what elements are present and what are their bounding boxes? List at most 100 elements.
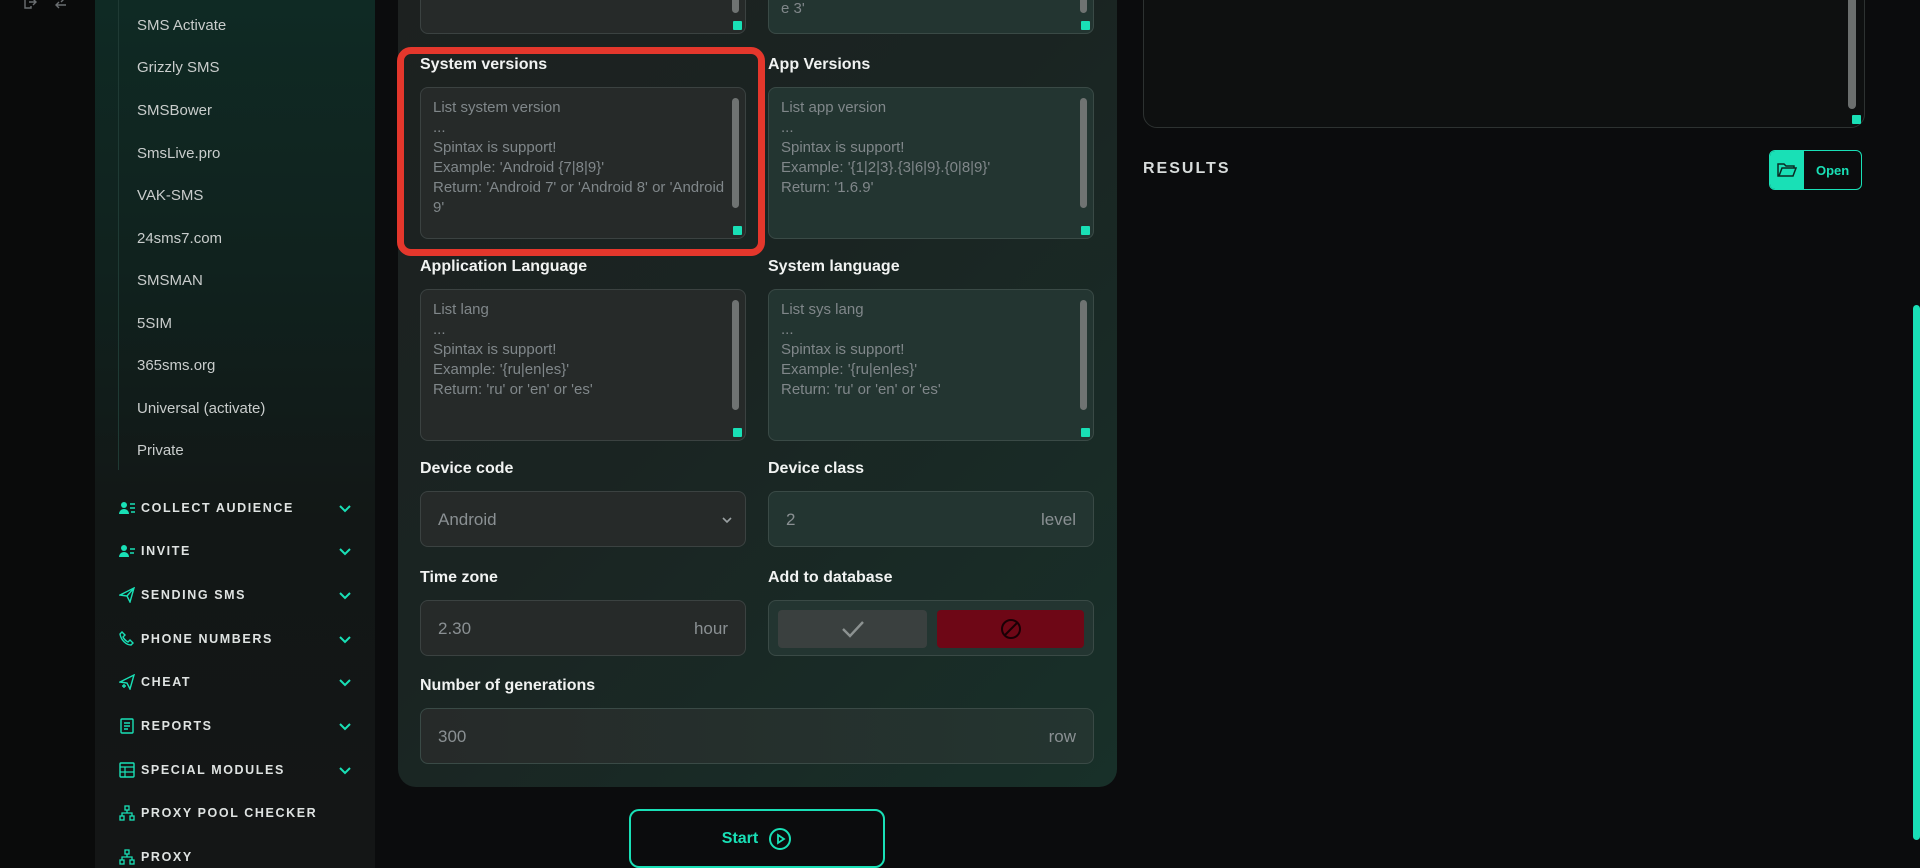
resize-handle[interactable]	[733, 428, 742, 437]
scrollbar[interactable]	[732, 300, 739, 410]
sidebar-item-smsman[interactable]: SMSMAN	[137, 272, 203, 289]
sidebar-section-invite[interactable]: INVITE	[117, 539, 353, 563]
previous-textarea-right[interactable]: e 3'	[768, 0, 1094, 34]
device-class-input[interactable]: 2 level	[768, 491, 1094, 547]
sidebar-section-reports[interactable]: REPORTS	[117, 714, 353, 738]
sidebar-section-phone-numbers[interactable]: PHONE NUMBERS	[117, 627, 353, 651]
previous-textarea-left[interactable]	[420, 0, 746, 34]
app-versions-textarea[interactable]: List app version ... Spintax is support!…	[768, 87, 1094, 239]
resize-handle[interactable]	[1852, 115, 1861, 124]
start-label: Start	[721, 829, 759, 847]
sidebar-item-24sms7[interactable]: 24sms7.com	[137, 230, 222, 247]
chevron-down-icon	[339, 723, 351, 731]
switch-icon[interactable]	[52, 0, 68, 13]
scrollbar[interactable]	[1080, 98, 1087, 208]
sidebar-item-sms-activate[interactable]: SMS Activate	[137, 17, 226, 34]
user-add-icon	[117, 542, 137, 560]
resize-handle[interactable]	[1081, 21, 1090, 30]
device-code-label: Device code	[420, 460, 514, 477]
chevron-down-icon	[339, 505, 351, 513]
device-code-select[interactable]: Android	[420, 491, 746, 547]
sidebar-item-vak-sms[interactable]: VAK-SMS	[137, 187, 203, 204]
sidebar-section-collect-audience[interactable]: COLLECT AUDIENCE	[117, 496, 353, 520]
sidebar-item-grizzly-sms[interactable]: Grizzly SMS	[137, 59, 220, 76]
sidebar-item-365sms[interactable]: 365sms.org	[137, 357, 215, 374]
chevron-down-icon	[339, 679, 351, 687]
section-label: CHEAT	[141, 675, 192, 689]
select-value: Android	[438, 510, 497, 529]
generations-input[interactable]: 300 row	[420, 708, 1094, 764]
input-value: 300	[438, 727, 467, 746]
time-zone-label: Time zone	[420, 569, 498, 586]
section-label: PROXY POOL CHECKER	[141, 806, 318, 820]
resize-handle[interactable]	[1081, 226, 1090, 235]
open-label: Open	[1816, 162, 1850, 178]
chevron-down-icon	[339, 767, 351, 775]
sidebar-section-cheat[interactable]: CHEAT	[117, 670, 353, 694]
system-language-label: System language	[768, 258, 900, 275]
scrollbar-thumb[interactable]	[1913, 305, 1920, 840]
network-icon	[117, 848, 137, 866]
table-icon	[117, 761, 137, 779]
time-zone-input[interactable]: 2.30 hour	[420, 600, 746, 656]
scrollbar[interactable]	[1080, 0, 1087, 13]
sidebar-item-private[interactable]: Private	[137, 442, 184, 459]
network-icon	[117, 804, 137, 822]
sms-service-list: SMS Activate Grizzly SMS SMSBower SmsLiv…	[118, 0, 348, 470]
resize-handle[interactable]	[733, 21, 742, 30]
send-icon	[117, 586, 137, 604]
section-label: COLLECT AUDIENCE	[141, 501, 294, 515]
chevron-down-icon	[722, 517, 732, 524]
chevron-down-icon	[339, 592, 351, 600]
generations-label: Number of generations	[420, 677, 596, 694]
logout-icon[interactable]	[22, 0, 38, 13]
open-results-button[interactable]: Open	[1769, 150, 1862, 190]
play-circle-icon	[769, 827, 792, 850]
folder-open-icon	[1770, 151, 1804, 189]
start-button[interactable]: Start	[629, 809, 885, 868]
textarea-placeholder: List app version ... Spintax is support!…	[781, 99, 991, 196]
check-icon	[841, 621, 864, 638]
no-toggle-button[interactable]	[937, 610, 1084, 648]
unit-suffix: level	[1041, 510, 1076, 529]
left-rail	[0, 0, 95, 868]
system-language-textarea[interactable]: List sys lang ... Spintax is support! Ex…	[768, 289, 1094, 441]
add-to-database-label: Add to database	[768, 569, 893, 586]
section-label: PHONE NUMBERS	[141, 632, 273, 646]
unit-suffix: row	[1048, 727, 1076, 746]
app-versions-label: App Versions	[768, 56, 871, 73]
scrollbar[interactable]	[1848, 0, 1856, 109]
sidebar-section-sending-sms[interactable]: SENDING SMS	[117, 583, 353, 607]
output-textarea[interactable]	[1143, 0, 1865, 128]
sidebar-item-5sim[interactable]: 5SIM	[137, 315, 172, 332]
app-page: SMS Activate Grizzly SMS SMSBower SmsLiv…	[0, 0, 1920, 868]
sidebar-section-special-modules[interactable]: SPECIAL MODULES	[117, 758, 353, 782]
scrollbar[interactable]	[1080, 300, 1087, 410]
textarea-placeholder: List sys lang ... Spintax is support! Ex…	[781, 301, 941, 398]
application-language-label: Application Language	[420, 258, 588, 275]
sidebar-item-smslive[interactable]: SmsLive.pro	[137, 145, 220, 162]
send-plus-icon	[117, 673, 137, 691]
sidebar: SMS Activate Grizzly SMS SMSBower SmsLiv…	[95, 0, 375, 868]
add-to-database-toggle	[768, 600, 1094, 656]
scrollbar[interactable]	[732, 0, 739, 13]
chevron-down-icon	[339, 636, 351, 644]
yes-toggle-button[interactable]	[778, 610, 927, 648]
results-title: RESULTS	[1143, 160, 1231, 177]
block-icon	[1000, 619, 1021, 639]
phone-icon	[117, 630, 137, 648]
page-scrollbar[interactable]	[1912, 0, 1920, 868]
section-label: REPORTS	[141, 719, 213, 733]
sidebar-section-proxy[interactable]: PROXY	[117, 845, 353, 868]
report-icon	[117, 717, 137, 735]
resize-handle[interactable]	[1081, 428, 1090, 437]
highlight-box	[397, 47, 765, 256]
sidebar-section-proxy-pool-checker[interactable]: PROXY POOL CHECKER	[117, 801, 353, 825]
sidebar-item-smsbower[interactable]: SMSBower	[137, 102, 212, 119]
application-language-textarea[interactable]: List lang ... Spintax is support! Exampl…	[420, 289, 746, 441]
section-label: SPECIAL MODULES	[141, 763, 285, 777]
input-value: 2	[786, 510, 796, 529]
textarea-tail-text: e 3'	[781, 0, 805, 17]
sidebar-item-universal-activate[interactable]: Universal (activate)	[137, 400, 265, 417]
users-list-icon	[117, 499, 137, 517]
